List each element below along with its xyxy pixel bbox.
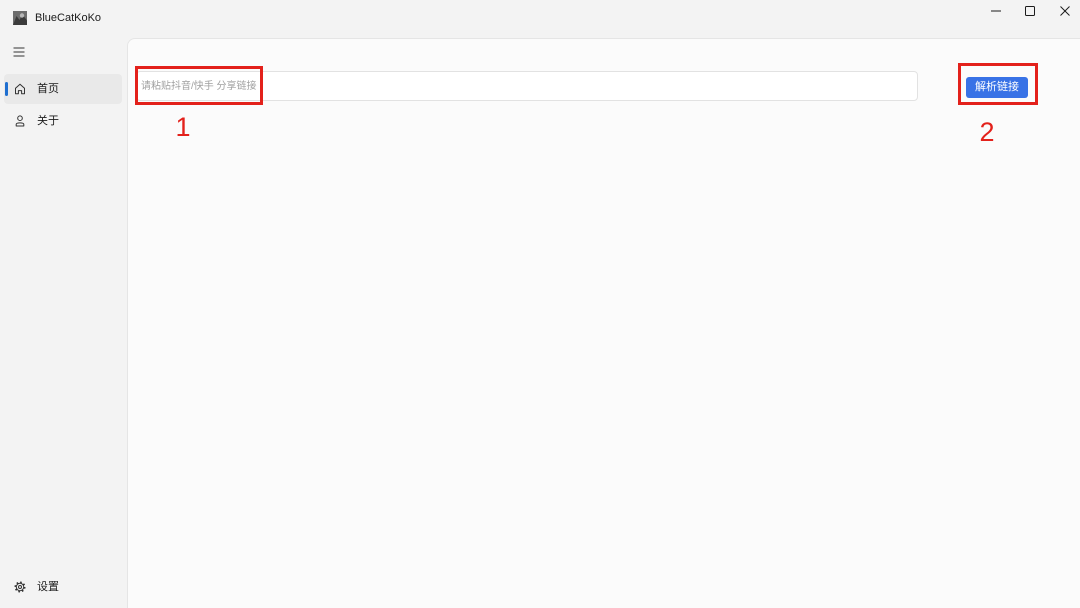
- close-icon: [1060, 5, 1070, 16]
- person-icon: [15, 115, 25, 127]
- sidebar-item-about[interactable]: 关于: [4, 106, 122, 136]
- minimize-button[interactable]: [981, 0, 1011, 21]
- sidebar: 首页 关于 设置: [0, 38, 127, 608]
- selected-indicator: [5, 82, 8, 96]
- share-link-input[interactable]: [136, 71, 918, 101]
- menu-toggle-button[interactable]: [6, 40, 32, 64]
- sidebar-item-label: 首页: [37, 83, 59, 95]
- app-logo-icon: [13, 11, 27, 25]
- close-button[interactable]: [1050, 0, 1080, 21]
- sidebar-item-label: 设置: [37, 581, 59, 593]
- window-title: BlueCatKoKo: [35, 12, 102, 24]
- sidebar-item-home[interactable]: 首页: [4, 74, 122, 104]
- home-page-panel: 解析链接: [127, 38, 1080, 608]
- home-icon: [15, 83, 25, 95]
- hamburger-icon: [13, 47, 25, 57]
- sidebar-item-label: 关于: [37, 115, 59, 127]
- sidebar-item-settings[interactable]: 设置: [4, 572, 122, 602]
- title-bar: BlueCatKoKo: [0, 0, 1080, 38]
- minimize-icon: [991, 10, 1001, 11]
- parse-link-button[interactable]: 解析链接: [966, 77, 1028, 98]
- gear-icon: [14, 581, 26, 593]
- maximize-button[interactable]: [1015, 0, 1045, 21]
- maximize-icon: [1025, 5, 1035, 16]
